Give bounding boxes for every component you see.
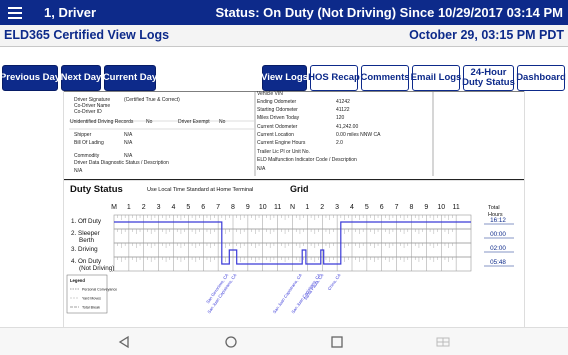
- hour-label: 9: [246, 204, 250, 211]
- duty-row-label: 2. Sleeper: [71, 230, 100, 237]
- unidentified-records-value: No: [146, 119, 153, 125]
- hour-label: 2: [320, 204, 324, 211]
- hour-label: 2: [142, 204, 146, 211]
- hour-label: 10: [259, 204, 267, 211]
- driver-name: 1, Driver: [44, 5, 97, 20]
- log-sheet: Driver Signature (Certified True & Corre…: [63, 91, 525, 327]
- trailer-label: Trailer Lic Pl or Unit No.: [257, 149, 310, 155]
- ending-odometer-value: 41242: [336, 99, 350, 105]
- hour-label: 4: [172, 204, 176, 211]
- driver-exempt-value: No: [219, 119, 226, 125]
- hos-recap-button[interactable]: HOS Recap: [308, 65, 360, 91]
- location-label: Chino, CA: [327, 273, 342, 292]
- legend-title: Legend: [70, 278, 85, 283]
- malfunction-value: N/A: [257, 166, 266, 172]
- home-icon[interactable]: [224, 335, 238, 349]
- hour-label: 6: [380, 204, 384, 211]
- recents-icon[interactable]: [330, 335, 344, 349]
- hour-label: 3: [335, 204, 339, 211]
- back-icon[interactable]: [117, 335, 131, 349]
- duty-row-label: (Not Driving): [79, 265, 114, 272]
- legend-item: Yard Moves: [82, 297, 101, 301]
- bill-of-lading-label: Bill Of Lading: [74, 140, 104, 146]
- grid-label: Grid: [290, 184, 309, 194]
- hour-label: 7: [216, 204, 220, 211]
- next-day-button[interactable]: Next Day: [61, 65, 101, 91]
- comments-button[interactable]: Comments: [360, 65, 410, 91]
- ending-odometer-label: Ending Odometer: [257, 99, 297, 105]
- hour-label: 9: [424, 204, 428, 211]
- malfunction-label: ELD Malfunction Indicator Code / Descrip…: [257, 157, 357, 163]
- previous-day-button[interactable]: Previous Day: [0, 65, 60, 91]
- starting-odometer-label: Starting Odometer: [257, 107, 298, 113]
- duty-row-label: 3. Driving: [71, 246, 98, 253]
- page-title: ELD365 Certified View Logs: [4, 28, 170, 42]
- miles-today-value: 120: [336, 115, 345, 121]
- duty-status-24h-button[interactable]: 24-Hour Duty Status: [462, 65, 515, 91]
- commodity-label: Commodity: [74, 153, 100, 159]
- hour-label: 4: [350, 204, 354, 211]
- hour-label: 8: [410, 204, 414, 211]
- hour-label: 10: [437, 204, 445, 211]
- email-logs-button[interactable]: Email Logs: [411, 65, 461, 91]
- current-odometer-label: Current Odometer: [257, 124, 298, 130]
- duty-row-total: 05:48: [490, 259, 506, 266]
- diagnostic-label: Driver Data Diagnostic Status / Descript…: [74, 160, 169, 166]
- system-navbar: [0, 327, 568, 355]
- bill-of-lading-value: N/A: [124, 140, 133, 146]
- current-odometer-value: 41,242.00: [336, 124, 359, 130]
- co-driver-id-label: Co-Driver ID: [74, 109, 102, 115]
- commodity-value: N/A: [124, 153, 133, 159]
- legend-item: Total Break: [82, 306, 100, 310]
- starting-odometer-value: 41122: [336, 107, 350, 113]
- driver-exempt-label: Driver Exempt: [178, 119, 210, 125]
- hour-label: M: [111, 204, 117, 211]
- hour-label: 8: [231, 204, 235, 211]
- current-location-label: Current Location: [257, 132, 294, 138]
- diagnostic-value: N/A: [74, 168, 83, 174]
- duty-row-total: 02:00: [490, 245, 506, 252]
- engine-hours-label: Current Engine Hours: [257, 140, 306, 146]
- duty-row-label: Berth: [79, 237, 95, 244]
- duty-status-title: Duty Status: [70, 184, 123, 195]
- duty-status-24h-line2: Duty Status: [462, 77, 515, 88]
- hour-label: 7: [395, 204, 399, 211]
- hour-label: 6: [201, 204, 205, 211]
- app-header: 1, Driver Status: On Duty (Not Driving) …: [0, 0, 568, 25]
- keyboard-icon[interactable]: [436, 335, 450, 349]
- certified-note: (Certified True & Correct): [124, 97, 180, 103]
- legend-item: Personal Conveyance: [82, 288, 117, 292]
- duty-row-label: 1. Off Duty: [71, 218, 102, 225]
- hour-label: N: [290, 204, 295, 211]
- hour-label: 1: [305, 204, 309, 211]
- hour-label: 5: [186, 204, 190, 211]
- hour-label: 3: [157, 204, 161, 211]
- duty-status-graph: Duty Status Use Local Time Standard at H…: [64, 179, 524, 314]
- hour-label: 1: [127, 204, 131, 211]
- miles-today-label: Miles Driven Today: [257, 115, 300, 121]
- hour-label: 11: [452, 204, 459, 211]
- duty-row-label: 4. On Duty: [71, 258, 102, 265]
- duty-status-text: Status: On Duty (Not Driving) Since 10/2…: [215, 5, 564, 20]
- duty-status-subtitle: Use Local Time Standard at Home Terminal: [147, 187, 253, 193]
- current-location-value: 0.00 miles NNW CA: [336, 132, 381, 138]
- page-subheader: ELD365 Certified View Logs October 29, 0…: [0, 25, 568, 47]
- hour-label: 11: [274, 204, 281, 211]
- unidentified-records-label: Unidentified Driving Records: [70, 119, 134, 125]
- vehicle-vin-label: Vehicle VIN: [257, 91, 283, 97]
- menu-icon[interactable]: [8, 7, 22, 19]
- duty-row-total: 16:12: [490, 217, 506, 224]
- current-datetime: October 29, 03:15 PM PDT: [409, 28, 564, 42]
- engine-hours-value: 2.0: [336, 140, 343, 146]
- current-day-button[interactable]: Current Day: [103, 65, 157, 91]
- duty-row-total: 00:00: [490, 231, 506, 238]
- hour-label: 5: [365, 204, 369, 211]
- view-logs-button[interactable]: View Logs: [261, 65, 308, 91]
- shipper-label: Shipper: [74, 132, 92, 138]
- dashboard-button[interactable]: Dashboard: [516, 65, 566, 91]
- shipper-value: N/A: [124, 132, 133, 138]
